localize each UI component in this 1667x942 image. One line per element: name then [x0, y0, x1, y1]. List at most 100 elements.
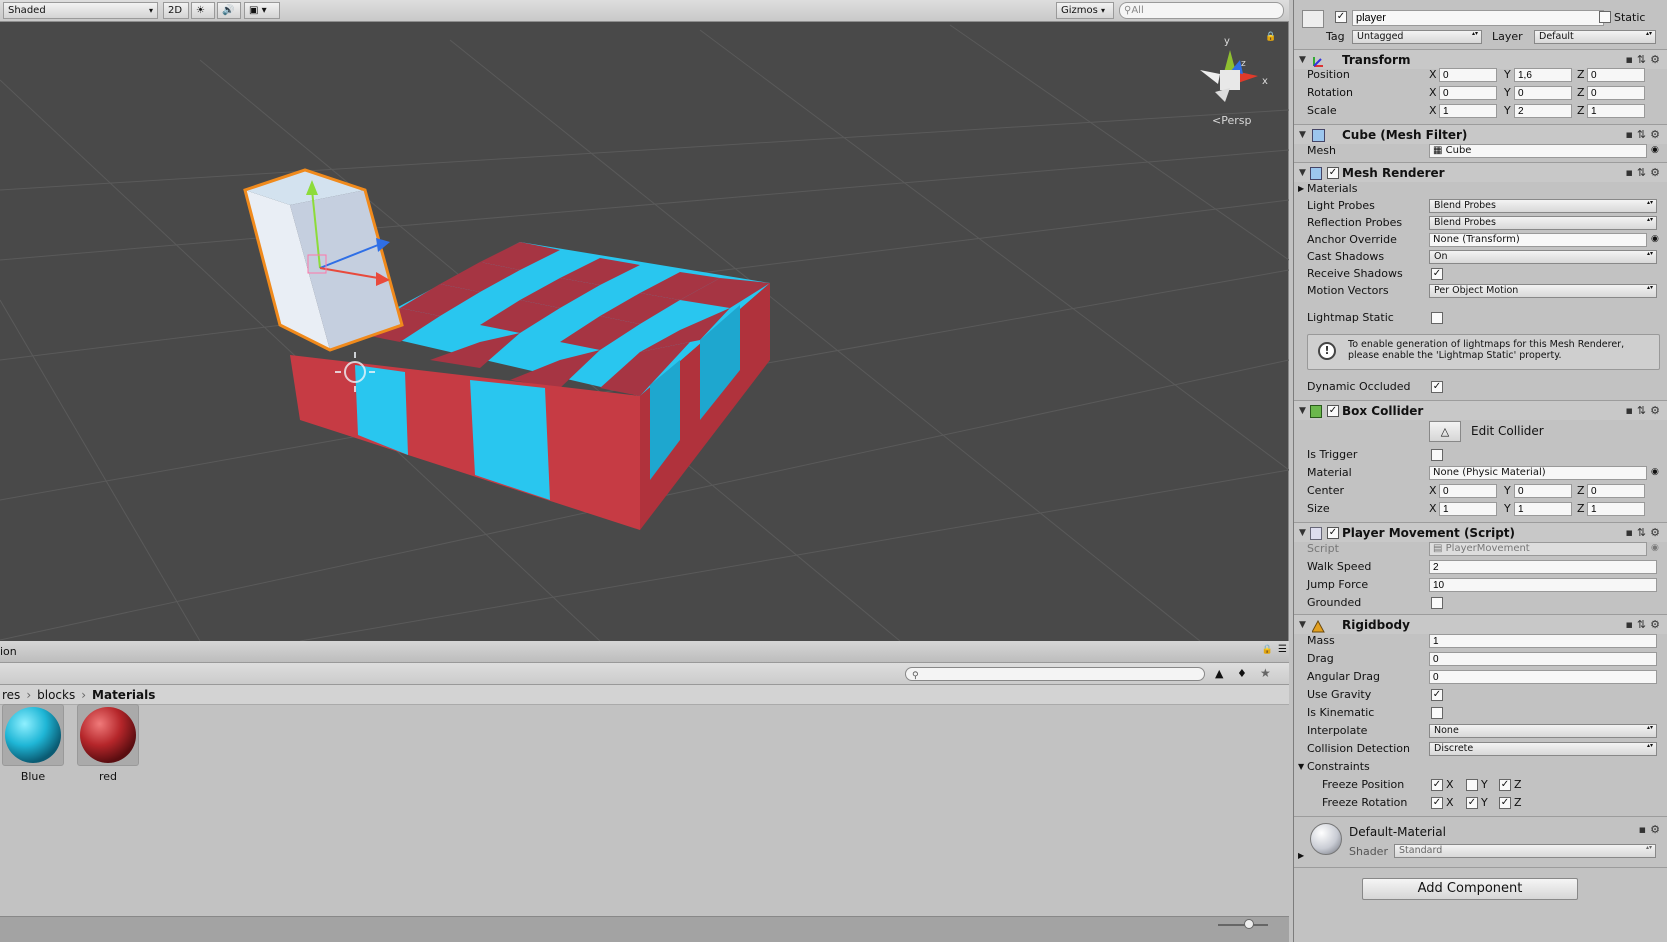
- is-trigger-checkbox[interactable]: [1431, 449, 1443, 461]
- filter-by-type-icon[interactable]: ▲: [1215, 667, 1223, 680]
- thumbnail-size-slider[interactable]: [1218, 924, 1268, 926]
- jump-force-input[interactable]: [1429, 578, 1657, 592]
- position-z-input[interactable]: [1587, 68, 1645, 82]
- collapse-arrow-icon[interactable]: ▼: [1298, 758, 1304, 775]
- asset-red-material[interactable]: red: [75, 704, 141, 783]
- player-cube[interactable]: [243, 168, 404, 352]
- anchor-override-field[interactable]: None (Transform): [1429, 233, 1647, 247]
- size-y-input[interactable]: [1514, 502, 1572, 516]
- angular-drag-input[interactable]: [1429, 670, 1657, 684]
- center-z-input[interactable]: [1587, 484, 1645, 498]
- object-picker-icon[interactable]: ◉: [1651, 464, 1659, 481]
- object-name-input[interactable]: [1352, 10, 1604, 26]
- player-movement-enabled-checkbox[interactable]: ✓: [1327, 527, 1339, 539]
- scale-x-input[interactable]: [1439, 104, 1497, 118]
- position-y-input[interactable]: [1514, 68, 1572, 82]
- shading-mode-dropdown[interactable]: Shaded ▾: [3, 2, 158, 19]
- edit-collider-button[interactable]: △: [1429, 421, 1461, 442]
- favorite-star-icon[interactable]: ★: [1260, 666, 1271, 680]
- lightmap-static-label: Lightmap Static: [1307, 311, 1394, 324]
- breadcrumb-item[interactable]: res: [2, 688, 20, 702]
- lighting-toggle-icon[interactable]: ☀: [191, 2, 215, 19]
- center-x-input[interactable]: [1439, 484, 1497, 498]
- materials-label[interactable]: Materials: [1307, 180, 1357, 197]
- 2d-toggle-button[interactable]: 2D: [163, 2, 189, 19]
- freeze-position-y-checkbox[interactable]: [1466, 779, 1478, 791]
- expand-arrow-icon[interactable]: ▶: [1298, 851, 1304, 860]
- collision-detection-dropdown[interactable]: Discrete: [1429, 742, 1657, 756]
- tag-dropdown[interactable]: Untagged: [1352, 30, 1482, 44]
- scale-y-input[interactable]: [1514, 104, 1572, 118]
- object-picker-icon[interactable]: ◉: [1651, 142, 1659, 159]
- is-kinematic-label: Is Kinematic: [1307, 706, 1375, 719]
- scale-z-input[interactable]: [1587, 104, 1645, 118]
- position-x-input[interactable]: [1439, 68, 1497, 82]
- center-y-input[interactable]: [1514, 484, 1572, 498]
- use-gravity-checkbox[interactable]: ✓: [1431, 689, 1443, 701]
- size-x-input[interactable]: [1439, 502, 1497, 516]
- freeze-rotation-z-checkbox[interactable]: ✓: [1499, 797, 1511, 809]
- rotation-y-input[interactable]: [1514, 86, 1572, 100]
- scene-search-input[interactable]: ⚲All: [1119, 2, 1284, 19]
- menu-icon[interactable]: ☰: [1278, 644, 1287, 655]
- project-search-input[interactable]: ⚲: [905, 667, 1205, 681]
- motion-vectors-dropdown[interactable]: Per Object Motion: [1429, 284, 1657, 298]
- object-picker-icon[interactable]: ◉: [1651, 231, 1659, 248]
- lock-icon[interactable]: 🔒: [1265, 32, 1276, 42]
- mesh-filter-header[interactable]: ▼ Cube (Mesh Filter) ▪⇅⚙: [1294, 124, 1667, 144]
- reflection-probes-dropdown[interactable]: Blend Probes: [1429, 216, 1657, 230]
- mesh-object-field[interactable]: ▦ Cube: [1429, 144, 1647, 158]
- player-movement-header[interactable]: ▼ ✓ Player Movement (Script) ▪⇅⚙: [1294, 522, 1667, 542]
- rotation-z-input[interactable]: [1587, 86, 1645, 100]
- freeze-position-z-checkbox[interactable]: ✓: [1499, 779, 1511, 791]
- mass-input[interactable]: [1429, 634, 1657, 648]
- walk-speed-input[interactable]: [1429, 560, 1657, 574]
- layer-dropdown[interactable]: Default: [1534, 30, 1656, 44]
- freeze-rotation-y-checkbox[interactable]: ✓: [1466, 797, 1478, 809]
- constraints-label[interactable]: Constraints: [1307, 758, 1370, 775]
- breadcrumb-item[interactable]: blocks: [37, 688, 75, 702]
- add-component-button[interactable]: Add Component: [1362, 878, 1578, 900]
- grounded-checkbox[interactable]: [1431, 597, 1443, 609]
- box-collider-header[interactable]: ▼ ✓ Box Collider ▪⇅⚙: [1294, 400, 1667, 420]
- scene-view[interactable]: y z x Shaded ▾ 2D ☀ 🔊 ▣ ▾ Gizmos ▾ ⚲All <…: [0, 0, 1289, 641]
- projection-label[interactable]: <Persp: [1212, 114, 1251, 127]
- lightmap-static-checkbox[interactable]: [1431, 312, 1443, 324]
- rigidbody-header[interactable]: ▼ Rigidbody ▪⇅⚙: [1294, 614, 1667, 634]
- collapse-arrow-icon[interactable]: ▼: [1299, 401, 1306, 421]
- breadcrumb-item-current[interactable]: Materials: [92, 688, 155, 702]
- drag-input[interactable]: [1429, 652, 1657, 666]
- asset-blue-material[interactable]: Blue: [0, 704, 66, 783]
- freeze-rotation-x-checkbox[interactable]: ✓: [1431, 797, 1443, 809]
- static-checkbox[interactable]: [1599, 11, 1611, 23]
- scale-label: Scale: [1307, 104, 1337, 117]
- slider-handle[interactable]: [1244, 919, 1254, 929]
- orientation-gizmo[interactable]: y z x: [1200, 36, 1268, 102]
- lock-icon[interactable]: 🔒: [1262, 645, 1273, 655]
- interpolate-dropdown[interactable]: None: [1429, 724, 1657, 738]
- receive-shadows-checkbox[interactable]: ✓: [1431, 268, 1443, 280]
- dynamic-occluded-checkbox[interactable]: ✓: [1431, 381, 1443, 393]
- project-tab[interactable]: ion: [0, 645, 17, 658]
- script-file-icon: ▤: [1433, 543, 1446, 554]
- light-probes-dropdown[interactable]: Blend Probes: [1429, 199, 1657, 213]
- scene-viewport[interactable]: y z x: [0, 22, 1289, 641]
- audio-toggle-icon[interactable]: 🔊: [217, 2, 241, 19]
- active-checkbox[interactable]: ✓: [1335, 11, 1347, 23]
- material-menu-icons[interactable]: ▪⚙: [1639, 823, 1664, 836]
- cast-shadows-dropdown[interactable]: On: [1429, 250, 1657, 264]
- shader-dropdown[interactable]: Standard: [1394, 844, 1656, 858]
- mesh-renderer-enabled-checkbox[interactable]: ✓: [1327, 167, 1339, 179]
- mesh-renderer-header[interactable]: ▼ ✓ Mesh Renderer ▪⇅⚙: [1294, 162, 1667, 182]
- physic-material-field[interactable]: None (Physic Material): [1429, 466, 1647, 480]
- freeze-position-x-checkbox[interactable]: ✓: [1431, 779, 1443, 791]
- box-collider-enabled-checkbox[interactable]: ✓: [1327, 405, 1339, 417]
- rotation-x-input[interactable]: [1439, 86, 1497, 100]
- size-z-input[interactable]: [1587, 502, 1645, 516]
- effects-dropdown-icon[interactable]: ▣ ▾: [244, 2, 280, 19]
- filter-by-label-icon[interactable]: ♦: [1237, 667, 1247, 680]
- gizmos-dropdown[interactable]: Gizmos ▾: [1056, 2, 1114, 19]
- expand-arrow-icon[interactable]: ▶: [1298, 180, 1304, 197]
- is-kinematic-checkbox[interactable]: [1431, 707, 1443, 719]
- component-menu-icons[interactable]: ▪⇅⚙: [1625, 401, 1664, 421]
